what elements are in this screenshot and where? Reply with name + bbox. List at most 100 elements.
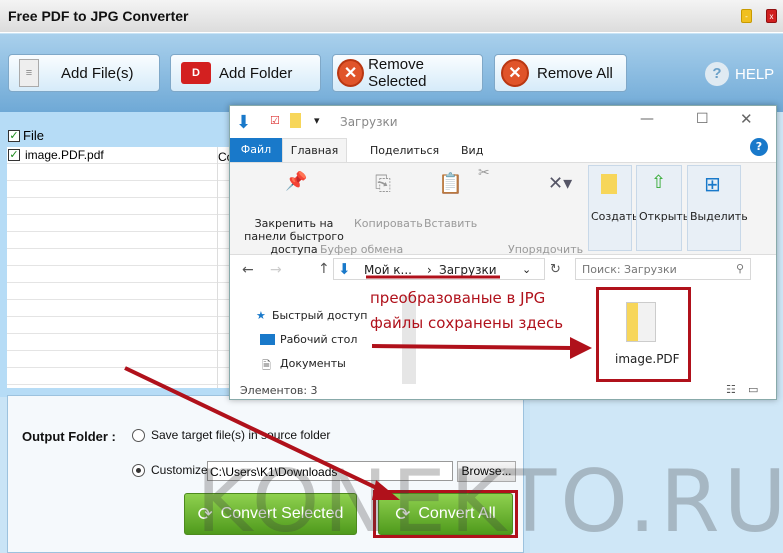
convert-selected-label: Convert Selected [220, 505, 344, 522]
minimize-button[interactable]: — [640, 111, 654, 127]
document-icon: 🗎 [262, 359, 271, 372]
file-name: image.PDF [615, 352, 680, 366]
paste-button[interactable]: Вставить [424, 217, 477, 230]
radio-source[interactable] [132, 428, 145, 442]
search-input[interactable]: Поиск: Загрузки ⚲ [575, 258, 751, 280]
convert-selected-button[interactable]: ⟳ Convert Selected [184, 493, 357, 535]
file-list: ✓ image.PDF.pdf [7, 147, 230, 388]
large-icons-view-icon[interactable]: ▭ [748, 383, 758, 396]
paste-icon: 📋 [438, 171, 463, 195]
refresh-icon: ⟳ [197, 503, 213, 524]
nav-scrollbar[interactable] [402, 296, 416, 384]
output-folder-label: Output Folder : [22, 429, 116, 444]
minimize-button[interactable]: - [741, 9, 752, 23]
column-divider [217, 147, 218, 388]
column-file[interactable]: File [23, 128, 44, 143]
copy-icon: ⎘ [375, 171, 391, 195]
browse-button[interactable]: Browse... [457, 461, 516, 482]
pin-icon: 📌 [285, 171, 308, 192]
tab-file[interactable]: Файл [230, 138, 282, 162]
add-files-button[interactable]: ≡ Add File(s) [8, 54, 160, 92]
remove-all-icon: ✕ [501, 59, 529, 87]
up-icon[interactable]: ↑ [318, 261, 330, 277]
close-button[interactable]: x [766, 9, 777, 23]
nav-desktop[interactable]: Рабочий стол [280, 333, 357, 346]
add-folder-label: Add Folder [219, 64, 293, 82]
radio-customize[interactable] [132, 463, 145, 477]
breadcrumb-item[interactable]: Загрузки [439, 263, 497, 277]
nav-documents[interactable]: Документы [280, 357, 346, 370]
list-header: ✓ File [8, 128, 44, 143]
properties-icon: ☑ [270, 114, 280, 127]
search-placeholder: Поиск: Загрузки [582, 263, 677, 276]
cut-icon[interactable]: ✂ [478, 165, 490, 181]
chevron-right-icon: › [427, 263, 432, 277]
open-icon: ⇧ [651, 172, 667, 193]
details-view-icon[interactable]: ☷ [726, 383, 736, 396]
star-icon: ★ [256, 309, 266, 322]
highlight-box [373, 490, 518, 538]
remove-selected-label: Remove Selected [368, 56, 427, 90]
remove-all-label: Remove All [537, 64, 613, 82]
file-item-highlight[interactable]: image.PDF [596, 287, 691, 382]
toolbar: ≡ Add File(s) D Add Folder ✕ Remove Selecte… [0, 34, 783, 112]
help-button[interactable]: ? HELP [705, 62, 774, 86]
remove-all-button[interactable]: ✕ Remove All [494, 54, 627, 92]
select-all-checkbox[interactable]: ✓ [8, 129, 20, 142]
remove-selected-button[interactable]: ✕ Remove Selected [332, 54, 483, 92]
folder-icon [626, 302, 656, 342]
search-icon: ⚲ [735, 262, 744, 275]
chevron-down-icon[interactable]: ⌄ [522, 263, 531, 276]
create-button[interactable]: Создать [588, 165, 639, 251]
clipboard-group-label: Буфер обмена [320, 243, 404, 256]
back-icon[interactable]: ← [242, 262, 254, 278]
organize-group-label: Упорядочить [508, 243, 584, 256]
select-label: Выделить [690, 210, 748, 223]
select-button[interactable]: ⊞ Выделить [687, 165, 748, 251]
open-button[interactable]: ⇧ Открыть [636, 165, 689, 251]
breadcrumb-item[interactable]: Мой к... [364, 263, 412, 277]
create-label: Создать [591, 210, 639, 223]
file-name: image.PDF.pdf [25, 148, 104, 162]
help-icon[interactable]: ? [750, 138, 768, 156]
add-files-label: Add File(s) [61, 64, 134, 82]
tab-home[interactable]: Главная [282, 138, 347, 163]
document-add-icon: ≡ [19, 59, 39, 87]
tab-view[interactable]: Вид [461, 144, 483, 157]
option-customize[interactable]: Customize : [132, 463, 214, 477]
option-source-folder[interactable]: Save target file(s) in source folder [132, 428, 330, 442]
annotation-line1: преобразованые в JPG [370, 289, 546, 307]
remove-icon: ✕ [337, 59, 365, 87]
status-items-count: Элементов: 3 [240, 384, 318, 397]
app-title: Free PDF to JPG Converter [8, 8, 189, 24]
help-icon: ? [705, 62, 729, 86]
refresh-icon[interactable]: ↻ [550, 262, 561, 277]
download-icon: ⬇ [338, 260, 351, 278]
desktop-icon [260, 334, 275, 345]
folder-add-icon: D [181, 62, 211, 84]
annotation-line2: файлы сохранены здесь [370, 314, 564, 332]
option-customize-label: Customize : [151, 463, 215, 477]
address-bar[interactable]: ⬇ Мой к... › Загрузки ⌄ [333, 258, 545, 280]
ribbon: 📌 Закрепить на панели быстрого доступа ⎘… [230, 162, 776, 256]
open-label: Открыть [639, 210, 690, 223]
row-checkbox[interactable]: ✓ [8, 149, 20, 161]
nav-quick-access[interactable]: Быстрый доступ [272, 309, 368, 322]
explorer-window: ⬇ ☑ ▾ Загрузки — ☐ ✕ Файл Главная Подели… [229, 105, 777, 400]
tab-share[interactable]: Поделиться [370, 144, 439, 157]
option-source-label: Save target file(s) in source folder [151, 428, 331, 442]
delete-icon[interactable]: ✕▾ [548, 173, 572, 194]
help-label: HELP [735, 65, 775, 83]
forward-icon[interactable]: → [270, 262, 282, 278]
new-folder-icon [601, 174, 617, 194]
download-icon: ⬇ [236, 112, 252, 133]
explorer-title: Загрузки [340, 115, 398, 129]
copy-button[interactable]: Копировать [354, 217, 423, 230]
output-path-input[interactable]: C:\Users\K1\Downloads [207, 461, 453, 481]
qat-dropdown-icon[interactable]: ▾ [314, 114, 320, 127]
table-row[interactable]: ✓ image.PDF.pdf [7, 147, 230, 164]
add-folder-button[interactable]: D Add Folder [170, 54, 321, 92]
folder-icon [290, 113, 301, 128]
close-button[interactable]: ✕ [740, 110, 753, 128]
maximize-button[interactable]: ☐ [696, 111, 709, 127]
